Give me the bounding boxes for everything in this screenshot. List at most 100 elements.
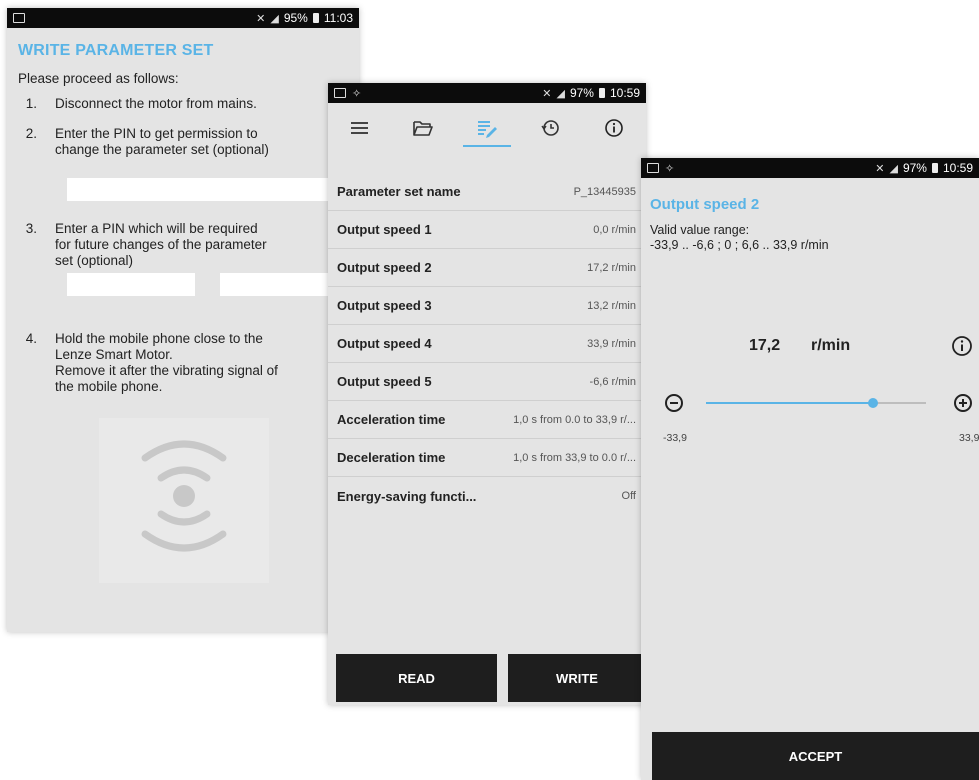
nfc-icon [141,440,227,552]
tab-menu[interactable] [328,103,392,153]
param-value: 1,0 s from 33,9 to 0.0 r/... [513,451,636,464]
signal-icon: ◢ [889,162,898,175]
speed-unit: r/min [811,337,851,354]
battery-percent: 95% [283,11,308,25]
max-label: 33,9 [959,432,979,444]
signal-icon: ◢ [270,12,279,25]
param-name: Acceleration time [337,412,446,427]
table-row[interactable]: Deceleration time 1,0 s from 33,9 to 0.0… [328,439,646,477]
step-number: 1. [25,96,37,111]
sync-icon: ✧ [352,87,362,100]
sync-icon: ✧ [665,162,675,175]
step-text: Enter a PIN which will be required for f… [55,221,267,268]
param-name: Energy-saving functi... [337,488,477,504]
folder-icon [413,121,434,136]
param-value: -6,6 r/min [589,375,636,388]
step-text: Enter the PIN to get permission to chang… [55,126,269,157]
param-value: 0,0 r/min [593,223,636,236]
increase-button[interactable] [954,394,972,412]
param-name: Output speed 1 [337,222,432,237]
param-name: Output speed 2 [337,260,432,275]
current-pin-field[interactable] [67,178,359,201]
param-value: 33,9 r/min [587,337,636,350]
step-number: 2. [25,126,37,141]
speed-value[interactable]: 17,2 [749,337,780,355]
battery-percent: 97% [569,86,594,100]
gallery-icon [647,163,659,173]
signal-icon: ◢ [556,87,565,100]
tab-files[interactable] [392,103,456,153]
list-item: 1. Disconnect the motor from mains. [7,96,359,112]
accept-button[interactable]: ACCEPT [652,732,979,780]
param-name: Output speed 3 [337,298,432,313]
step-number: 4. [25,331,37,346]
step-text: Hold the mobile phone close to the Lenze… [55,331,278,394]
decrease-button[interactable] [665,394,683,412]
list-item: 4. Hold the mobile phone close to the Le… [7,331,359,395]
mute-icon: ✕ [542,87,552,100]
step-number: 3. [25,221,37,236]
menu-icon [350,122,368,134]
param-name: Output speed 5 [337,374,432,389]
battery-icon [598,88,605,98]
clock: 10:59 [942,161,973,175]
table-row[interactable]: Output speed 4 33,9 r/min [328,325,646,363]
tab-parameters[interactable] [455,103,519,153]
minus-icon [670,402,678,404]
param-value: Off [621,490,636,502]
table-row[interactable]: Output speed 5 -6,6 r/min [328,363,646,401]
min-label: -33,9 [663,432,687,444]
read-button[interactable]: READ [336,654,497,702]
write-button[interactable]: WRITE [508,654,646,702]
write-parameter-screen: ✕ ◢ 95% 11:03 WRITE PARAMETER SET Please… [7,8,359,632]
tab-bar [328,103,646,153]
mute-icon: ✕ [256,12,266,25]
param-name: Parameter set name [337,184,461,199]
slider-thumb[interactable] [868,398,879,408]
nfc-signal-illustration [99,418,269,583]
steps-list: 1. Disconnect the motor from mains. 2. E… [7,96,359,395]
table-row[interactable]: Energy-saving functi... Off [328,477,646,515]
plus-icon [959,399,967,407]
status-bar: ✧ ✕ ◢ 97% 10:59 [641,158,979,178]
slider-fill [706,402,874,404]
parameter-list: Parameter set name P_13445935 Output spe… [328,173,646,515]
history-icon [540,120,559,136]
battery-icon [931,163,938,173]
parameter-list-screen: ✧ ✕ ◢ 97% 10:59 Parameter set name P_134… [328,83,646,705]
edit-list-icon [477,121,497,138]
clock: 11:03 [323,11,353,25]
range-text: -33,9 .. -6,6 ; 0 ; 6,6 .. 33,9 r/min [650,238,829,252]
tab-info[interactable] [582,103,646,153]
table-row[interactable]: Output speed 3 13,2 r/min [328,287,646,325]
gallery-icon [334,88,346,98]
info-icon [952,336,972,356]
param-name: Deceleration time [337,450,446,465]
list-item: 3. Enter a PIN which will be required fo… [7,221,359,269]
battery-percent: 97% [902,161,927,175]
info-icon [605,119,623,137]
output-speed-screen: ✧ ✕ ◢ 97% 10:59 Output speed 2 Valid val… [641,158,979,780]
clock: 10:59 [609,86,640,100]
speed-slider[interactable] [706,398,926,408]
info-button[interactable] [951,335,973,362]
table-row[interactable]: Output speed 1 0,0 r/min [328,211,646,249]
status-bar: ✕ ◢ 95% 11:03 [7,8,359,28]
table-row[interactable]: Output speed 2 17,2 r/min [328,249,646,287]
param-name: Output speed 4 [337,336,432,351]
range-label: Valid value range: [650,223,750,237]
list-item: 2. Enter the PIN to get permission to ch… [7,126,359,158]
table-row[interactable]: Parameter set name P_13445935 [328,173,646,211]
table-row[interactable]: Acceleration time 1,0 s from 0.0 to 33,9… [328,401,646,439]
param-value: 1,0 s from 0.0 to 33,9 r/... [513,413,636,426]
new-pin-field[interactable] [67,273,195,296]
param-value: 13,2 r/min [587,299,636,312]
intro-text: Please proceed as follows: [18,71,179,86]
page-title: WRITE PARAMETER SET [18,42,214,59]
step-text: Disconnect the motor from mains. [55,96,257,111]
param-value: P_13445935 [573,185,636,198]
gallery-icon [13,13,25,23]
param-value: 17,2 r/min [587,261,636,274]
page-title: Output speed 2 [650,196,760,213]
tab-history[interactable] [519,103,583,153]
